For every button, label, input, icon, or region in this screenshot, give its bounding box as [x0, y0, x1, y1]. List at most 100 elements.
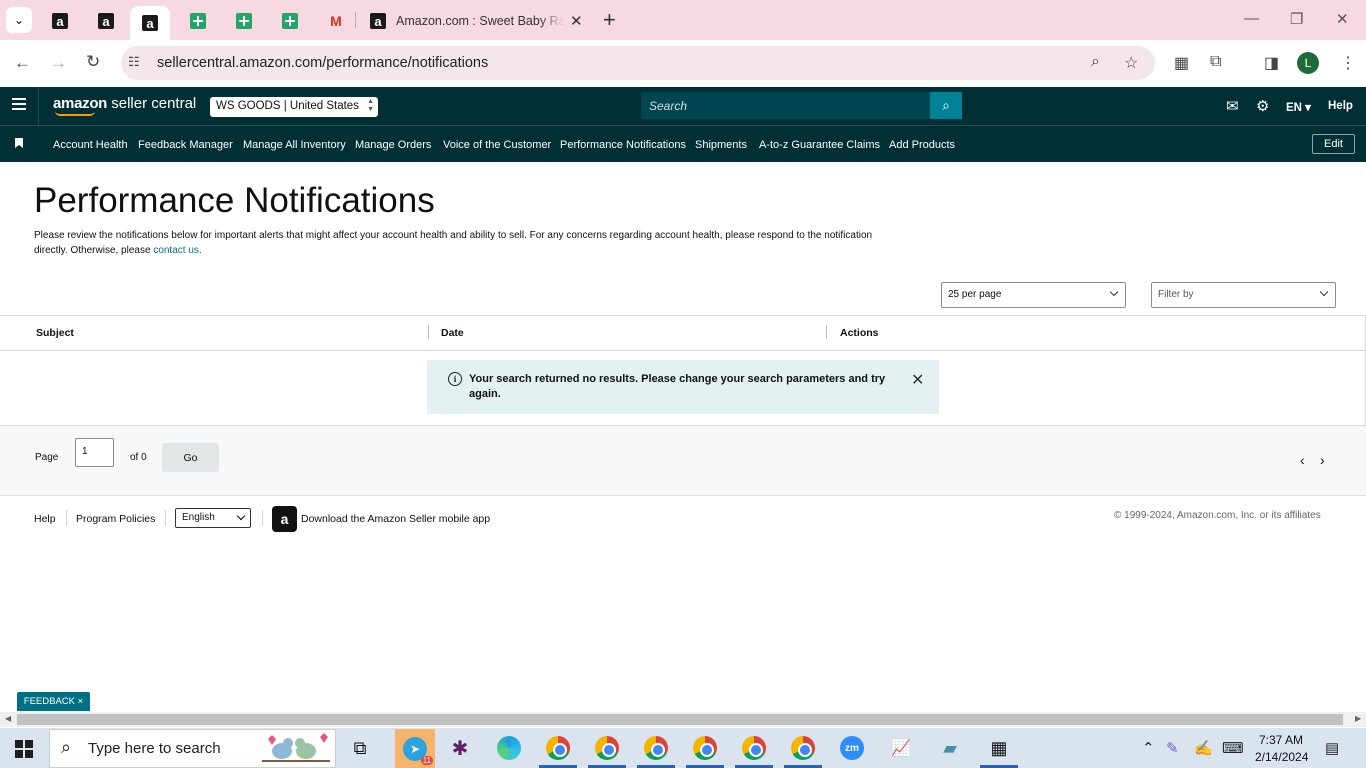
- sheets-favicon-icon: [282, 13, 298, 29]
- chrome-icon: [595, 736, 619, 760]
- url-text[interactable]: sellercentral.amazon.com/performance/not…: [157, 55, 488, 71]
- kebab-menu-icon[interactable]: ⋮: [1340, 53, 1356, 73]
- alert-close-icon[interactable]: ✕: [911, 370, 924, 390]
- pen-icon[interactable]: ✎: [1166, 739, 1179, 757]
- close-icon[interactable]: ✕: [570, 12, 583, 30]
- back-arrow-icon[interactable]: ←: [14, 53, 31, 73]
- pinned-tab-sheets-2[interactable]: [225, 6, 263, 36]
- no-results-message: Your search returned no results. Please …: [469, 373, 886, 400]
- new-tab-plus-icon[interactable]: +: [603, 8, 616, 32]
- minimize-icon[interactable]: —: [1244, 10, 1259, 27]
- previous-page-icon[interactable]: ‹: [1300, 452, 1305, 468]
- per-page-select[interactable]: 25 per page: [941, 282, 1126, 308]
- chrome-profile-6-icon[interactable]: [788, 733, 818, 763]
- page-number-input[interactable]: 1: [75, 438, 114, 467]
- chrome-profile-1-icon[interactable]: [543, 733, 573, 763]
- nav-voice-of-the-customer[interactable]: Voice of the Customer: [443, 139, 551, 151]
- footer-help-link[interactable]: Help: [34, 513, 56, 525]
- tab-amazon-sweet-baby-rays[interactable]: a Amazon.com : Sweet Baby Ray's ✕: [360, 6, 594, 36]
- zoom-magnifier-icon[interactable]: ⌕: [1091, 53, 1100, 71]
- reload-icon[interactable]: ↻: [86, 52, 100, 72]
- site-info-icon[interactable]: ☷: [128, 54, 140, 70]
- nav-manage-all-inventory[interactable]: Manage All Inventory: [243, 139, 346, 151]
- pen-workspace-icon[interactable]: ✍: [1194, 739, 1213, 757]
- tab-divider: [355, 12, 356, 28]
- chrome-icon: [644, 736, 668, 760]
- pinned-tab-gmail[interactable]: M: [317, 6, 355, 36]
- chrome-profile-3-icon[interactable]: [641, 733, 671, 763]
- window-close-icon[interactable]: ✕: [1336, 10, 1349, 28]
- program-policies-link[interactable]: Program Policies: [76, 513, 155, 525]
- footer-language-select[interactable]: English: [175, 508, 251, 528]
- hamburger-menu-icon[interactable]: [12, 98, 26, 110]
- nav-add-products[interactable]: Add Products: [889, 139, 955, 151]
- nav-manage-orders[interactable]: Manage Orders: [355, 139, 431, 151]
- chrome-profile-2-icon[interactable]: [592, 733, 622, 763]
- nav-performance-notifications[interactable]: Performance Notifications: [560, 139, 686, 151]
- contact-us-link[interactable]: contact us: [153, 245, 199, 256]
- zoom-taskbar-icon[interactable]: zm: [837, 733, 867, 763]
- pinned-tab-amazon-2[interactable]: a: [87, 6, 125, 36]
- pinned-tab-amazon-active[interactable]: a: [130, 6, 170, 40]
- extensions-puzzle-icon[interactable]: ⧉: [1210, 53, 1221, 71]
- slack-icon[interactable]: ✱: [445, 733, 475, 763]
- tab-search-button[interactable]: ⌄: [6, 7, 32, 33]
- download-app-link[interactable]: Download the Amazon Seller mobile app: [301, 513, 490, 525]
- settings-gear-icon[interactable]: ⚙: [1256, 97, 1269, 115]
- chrome-profile-4-icon[interactable]: [690, 733, 720, 763]
- horizontal-scrollbar[interactable]: ◀ ▶: [0, 712, 1366, 727]
- info-icon: i: [448, 372, 462, 386]
- scroll-left-icon[interactable]: ◀: [5, 714, 11, 723]
- search-button[interactable]: ⌕: [930, 92, 962, 119]
- restore-icon[interactable]: ❐: [1290, 10, 1303, 28]
- search-input[interactable]: Search: [641, 92, 931, 119]
- pinned-tab-amazon-1[interactable]: a: [41, 6, 79, 36]
- chrome-profile-5-icon[interactable]: [739, 733, 769, 763]
- notes-app-icon[interactable]: ▰: [935, 733, 965, 763]
- language-selector[interactable]: EN ▾: [1286, 100, 1311, 114]
- help-link[interactable]: Help: [1328, 100, 1353, 112]
- pinned-tab-sheets-3[interactable]: [271, 6, 309, 36]
- windows-start-icon[interactable]: [15, 740, 33, 758]
- column-date[interactable]: Date: [441, 327, 464, 339]
- column-subject[interactable]: Subject: [36, 327, 74, 339]
- keyboard-icon[interactable]: ⌨: [1222, 739, 1244, 757]
- nav-feedback-manager[interactable]: Feedback Manager: [138, 139, 233, 151]
- task-view-icon[interactable]: ⧉: [345, 733, 375, 763]
- go-button[interactable]: Go: [162, 443, 219, 472]
- telegram-taskbar-icon[interactable]: ➤ 11: [395, 729, 435, 768]
- store-selector[interactable]: WS GOODS | United States ▲ ▼: [210, 97, 378, 117]
- zoom-icon: zm: [840, 736, 864, 760]
- page-title: Performance Notifications: [34, 181, 435, 220]
- scrollbar-thumb[interactable]: [17, 714, 1343, 725]
- bookmark-star-icon[interactable]: ☆: [1124, 53, 1138, 73]
- lovebirds-search-highlight-icon[interactable]: [258, 731, 334, 765]
- calculator-icon[interactable]: ▦: [984, 733, 1014, 763]
- clock-date[interactable]: 2/14/2024: [1255, 750, 1308, 764]
- side-panel-icon[interactable]: ◨: [1264, 53, 1279, 73]
- nav-account-health[interactable]: Account Health: [53, 139, 128, 151]
- next-page-icon[interactable]: ›: [1320, 452, 1325, 468]
- scroll-right-icon[interactable]: ▶: [1355, 714, 1361, 723]
- taskbar-search-placeholder[interactable]: Type here to search: [88, 740, 221, 757]
- page-description: Please review the notifications below fo…: [34, 230, 873, 256]
- seller-central-logo[interactable]: amazon seller central: [53, 95, 196, 112]
- chart-app-icon[interactable]: 📈: [886, 733, 916, 763]
- pinned-tab-sheets-1[interactable]: [179, 6, 217, 36]
- edge-icon[interactable]: [494, 733, 524, 763]
- mail-icon[interactable]: ✉: [1226, 97, 1239, 115]
- telegram-icon: ➤ 11: [403, 736, 433, 765]
- clock-time[interactable]: 7:37 AM: [1259, 733, 1303, 747]
- feedback-button[interactable]: FEEDBACK ×: [17, 692, 90, 711]
- profile-avatar[interactable]: L: [1297, 52, 1319, 74]
- qr-code-icon[interactable]: ▦: [1174, 53, 1189, 73]
- filter-select[interactable]: Filter by: [1151, 282, 1336, 308]
- amazon-app-icon[interactable]: a: [272, 506, 297, 532]
- tray-overflow-chevron-icon[interactable]: ⌃: [1142, 739, 1155, 757]
- notifications-icon[interactable]: ▤: [1325, 739, 1339, 757]
- forward-arrow-icon[interactable]: →: [50, 53, 67, 73]
- edit-nav-button[interactable]: Edit: [1312, 134, 1355, 154]
- nav-a-to-z-claims[interactable]: A-to-z Guarantee Claims: [759, 139, 880, 151]
- logo-amazon-text: amazon: [53, 95, 108, 112]
- nav-shipments[interactable]: Shipments: [695, 139, 747, 151]
